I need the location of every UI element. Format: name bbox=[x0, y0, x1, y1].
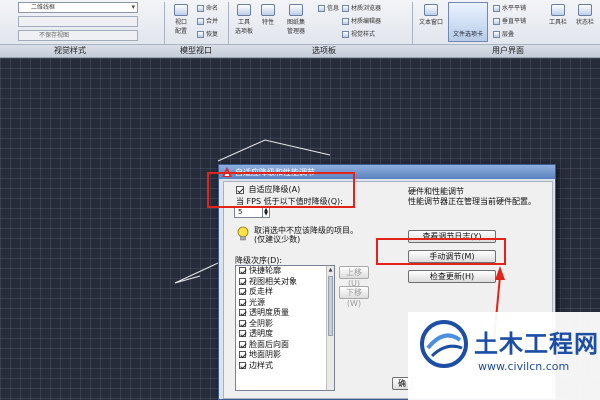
watermark-text: 土木工程网 bbox=[474, 330, 599, 358]
watermark: 土木工程网 www.civilcn.com bbox=[408, 312, 600, 400]
civilcn-logo-icon bbox=[420, 320, 468, 368]
watermark-url: www.civilcn.com bbox=[478, 360, 570, 373]
